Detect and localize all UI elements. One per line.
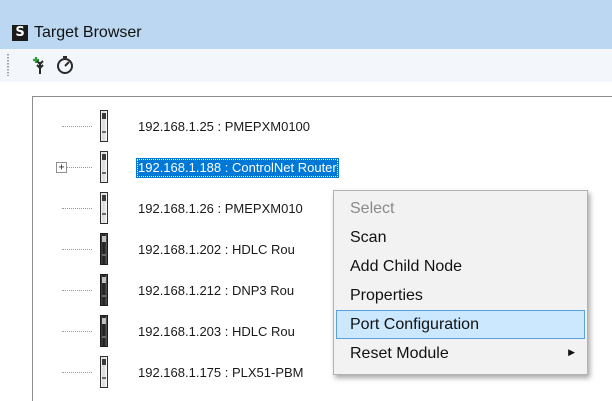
menu-item-label: Reset Module [350, 345, 449, 362]
tree-node-label[interactable]: 192.168.1.203 : HDLC Rou [136, 322, 297, 342]
refresh-scan-button[interactable] [54, 54, 76, 76]
tree-connector-line [62, 208, 92, 209]
refresh-scan-icon [54, 54, 76, 76]
menu-item-label: Select [350, 200, 395, 217]
menu-item-properties[interactable]: Properties [336, 281, 585, 310]
tree-connector-line [62, 331, 92, 332]
device-module-icon [100, 192, 108, 224]
expand-icon[interactable]: + [56, 162, 67, 173]
device-module-icon [100, 110, 108, 142]
tree-node[interactable]: 192.168.1.25 : PMEPXM0100 [33, 109, 612, 142]
tree-node-label[interactable]: 192.168.1.175 : PLX51-PBM [136, 363, 306, 383]
context-menu-items: Select Scan Add Child Node Properties Port C… [334, 194, 587, 368]
tree-node-label[interactable]: 192.168.1.188 : ControlNet Router [136, 158, 339, 178]
title-bar[interactable]: S Target Browser [0, 0, 612, 49]
menu-item-label: Add Child Node [350, 258, 463, 275]
tree-node-label[interactable]: 192.168.1.202 : HDLC Rou [136, 240, 297, 260]
device-module-icon [100, 315, 108, 347]
menu-item-reset-module[interactable]: Reset Module ▶ [336, 339, 585, 368]
window-title: Target Browser [34, 24, 142, 41]
menu-item-select: Select [336, 194, 585, 223]
add-device-button[interactable] [30, 54, 52, 76]
device-module-icon [100, 233, 108, 265]
tree-node-label[interactable]: 192.168.1.26 : PMEPXM010 [136, 199, 305, 219]
menu-item-label: Port Configuration [350, 316, 479, 333]
toolbar [0, 49, 612, 82]
context-menu: Select Scan Add Child Node Properties Port C… [333, 190, 588, 375]
device-module-icon [100, 356, 108, 388]
menu-item-label: Scan [350, 229, 387, 246]
device-module-icon [100, 151, 108, 183]
tree-connector-line [62, 372, 92, 373]
app-logo-icon: S [12, 25, 28, 41]
tree-connector-line [62, 290, 92, 291]
tree-node-label[interactable]: 192.168.1.25 : PMEPXM0100 [136, 117, 312, 137]
tree-connector-line [62, 249, 92, 250]
menu-item-scan[interactable]: Scan [336, 223, 585, 252]
menu-item-port-configuration[interactable]: Port Configuration [336, 310, 585, 339]
device-module-icon [100, 274, 108, 306]
target-browser-window: S Target Browser 192.168.1.25 : PMEPXM01… [0, 0, 612, 401]
add-device-icon [30, 54, 52, 76]
tree-node[interactable]: +192.168.1.188 : ControlNet Router [33, 150, 612, 183]
menu-item-label: Properties [350, 287, 423, 304]
submenu-arrow-icon: ▶ [568, 348, 575, 358]
tree-node-label[interactable]: 192.168.1.212 : DNP3 Rou [136, 281, 296, 301]
toolbar-grip[interactable] [7, 54, 9, 76]
menu-item-add-child-node[interactable]: Add Child Node [336, 252, 585, 281]
tree-connector-line [62, 126, 92, 127]
